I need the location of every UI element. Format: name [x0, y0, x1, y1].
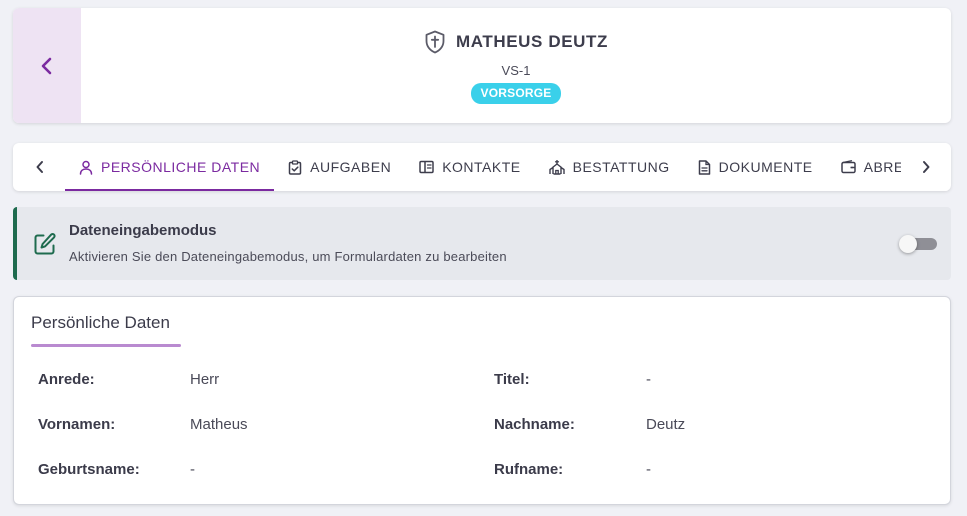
- tab-dokumente[interactable]: DOKUMENTE: [684, 143, 827, 191]
- tab-abrechnung[interactable]: ABRECHNUNG: [827, 143, 901, 191]
- field-label-nachname: Nachname:: [494, 416, 575, 433]
- case-id: VS-1: [501, 63, 531, 78]
- field-label-geburtsname: Geburtsname:: [38, 461, 140, 478]
- tab-kontakte[interactable]: KONTAKTE: [405, 143, 534, 191]
- field-value-rufname: -: [646, 461, 651, 478]
- title-row: MATHEUS DEUTZ: [424, 30, 608, 54]
- tab-label: PERSÖNLICHE DATEN: [101, 159, 261, 175]
- chapel-icon: [548, 159, 565, 175]
- field-label-rufname: Rufname:: [494, 461, 564, 478]
- tab-label: ABRECHNUNG: [863, 159, 901, 175]
- field-value-anrede: Herr: [190, 371, 220, 388]
- record-header-card: MATHEUS DEUTZ VS-1 VORSORGE: [13, 8, 951, 123]
- tabs-row: PERSÖNLICHE DATEN AUFGABEN KONTAKTE BEST…: [65, 143, 901, 191]
- tab-label: AUFGABEN: [310, 159, 392, 175]
- data-entry-mode-banner: Dateneingabemodus Aktivieren Sie den Dat…: [13, 207, 951, 280]
- field-label-anrede: Anrede:: [38, 371, 95, 388]
- field-label-vornamen: Vornamen:: [38, 416, 116, 433]
- tab-label: BESTATTUNG: [572, 159, 670, 175]
- tab-aufgaben[interactable]: AUFGABEN: [274, 143, 405, 191]
- person-icon: [79, 160, 93, 175]
- document-icon: [698, 159, 710, 175]
- tab-bestattung[interactable]: BESTATTUNG: [535, 143, 684, 191]
- tab-persoenliche-daten[interactable]: PERSÖNLICHE DATEN: [65, 143, 275, 191]
- toggle-knob: [899, 235, 917, 253]
- tabs-scroll-right-button[interactable]: [904, 143, 948, 191]
- tabs-scroll-left-button[interactable]: [18, 143, 62, 191]
- status-badge: VORSORGE: [470, 83, 562, 104]
- mode-title: Dateneingabemodus: [69, 222, 217, 239]
- card-title-underline: [31, 344, 181, 347]
- field-value-geburtsname: -: [190, 461, 195, 478]
- chevron-right-icon: [923, 161, 930, 173]
- tab-label: DOKUMENTE: [718, 159, 813, 175]
- shield-cross-icon: [425, 30, 445, 54]
- header-center: MATHEUS DEUTZ VS-1 VORSORGE: [81, 8, 951, 123]
- clipboard-check-icon: [288, 159, 302, 175]
- data-entry-mode-toggle[interactable]: [899, 235, 937, 253]
- mode-description: Aktivieren Sie den Dateneingabemodus, um…: [69, 249, 507, 264]
- back-button[interactable]: [13, 8, 81, 123]
- tabs-bar: PERSÖNLICHE DATEN AUFGABEN KONTAKTE BEST…: [13, 143, 951, 191]
- wallet-icon: [840, 160, 856, 174]
- tabs-viewport: PERSÖNLICHE DATEN AUFGABEN KONTAKTE BEST…: [65, 143, 901, 191]
- field-value-vornamen: Matheus: [190, 416, 248, 433]
- field-value-titel: -: [646, 371, 651, 388]
- chevron-left-icon: [41, 57, 52, 74]
- chevron-left-icon: [36, 161, 43, 173]
- field-value-nachname: Deutz: [646, 416, 686, 433]
- card-title: Persönliche Daten: [31, 313, 170, 332]
- personal-data-card: Persönliche Daten Anrede: Herr Titel: - …: [13, 296, 951, 505]
- tab-label: KONTAKTE: [442, 159, 521, 175]
- field-label-titel: Titel:: [494, 371, 530, 388]
- page-title: MATHEUS DEUTZ: [456, 32, 608, 51]
- edit-icon: [34, 233, 56, 255]
- contact-book-icon: [419, 160, 434, 174]
